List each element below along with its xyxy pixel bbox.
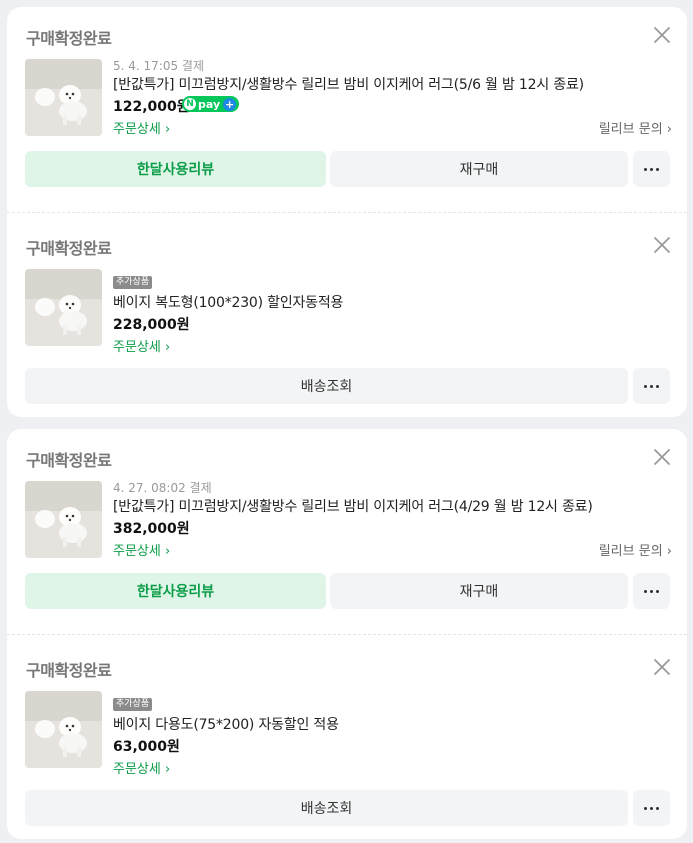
seller-inquiry-link[interactable]: 릴리브 문의 › [599,118,672,137]
more-icon [644,167,659,171]
track-delivery-button[interactable]: 배송조회 [25,368,628,404]
order-detail-label: 주문상세 [113,122,161,137]
order-status: 구매확정완료 [26,661,112,680]
product-price: 63,000원 [113,739,180,755]
close-icon[interactable] [652,25,672,45]
order-detail-link[interactable]: 주문상세 › [113,118,170,137]
payment-date: 5. 4. 17:05 결제 [113,59,205,73]
item-divider [7,212,687,213]
payment-date: 4. 27. 08:02 결제 [113,481,212,495]
order-status: 구매확정완료 [26,451,112,470]
product-name[interactable]: 베이지 복도형(100*230) 할인자동적용 [113,292,343,312]
order-detail-label: 주문상세 [113,544,161,559]
order-item: 구매확정완료 5. 4. 17:05 결제 [반값특가] 미끄럼방지/생활방수 … [7,7,687,212]
product-price: 228,000원 [113,317,190,333]
product-name[interactable]: [반값특가] 미끄럼방지/생활방수 릴리브 밤비 이지케어 러그(4/29 월 … [113,496,593,516]
npay-plus-icon: Npay + [182,96,240,112]
chevron-right-icon: › [160,762,171,777]
chevron-right-icon: › [160,122,171,137]
close-icon[interactable] [652,235,672,255]
rebuy-button[interactable]: 재구매 [330,151,628,187]
item-divider [7,634,687,635]
additional-item-badge: 추가상품 [113,276,153,289]
rebuy-button[interactable]: 재구매 [330,573,628,609]
chevron-right-icon: › [662,544,672,559]
product-thumbnail[interactable] [25,269,102,346]
product-name[interactable]: 베이지 다용도(75*200) 자동할인 적용 [113,714,339,734]
order-status: 구매확정완료 [26,239,112,258]
product-thumbnail[interactable] [25,481,102,558]
additional-item: 구매확정완료 추가상품 베이지 복도형(100*230) 할인자동적용 228,… [7,217,687,417]
additional-item-badge: 추가상품 [113,698,153,711]
more-button[interactable] [633,368,670,404]
chevron-right-icon: › [160,340,171,355]
review-button[interactable]: 한달사용리뷰 [25,573,326,609]
product-thumbnail[interactable] [25,691,102,768]
order-detail-link[interactable]: 주문상세 › [113,540,170,559]
chevron-right-icon: › [662,122,672,137]
order-detail-label: 주문상세 [113,340,161,355]
additional-item: 구매확정완료 추가상품 베이지 다용도(75*200) 자동할인 적용 63,0… [7,639,687,839]
seller-inquiry-label: 릴리브 문의 [598,544,663,559]
order-detail-link[interactable]: 주문상세 › [113,758,170,777]
order-status: 구매확정완료 [26,29,112,48]
seller-inquiry-label: 릴리브 문의 [598,122,663,137]
order-card: 구매확정완료 4. 27. 08:02 결제 [반값특가] 미끄럼방지/생활방수… [7,429,687,839]
more-icon [644,384,659,388]
more-icon [644,806,659,810]
product-price: 122,000원 [113,99,190,115]
more-icon [644,589,659,593]
order-item: 구매확정완료 4. 27. 08:02 결제 [반값특가] 미끄럼방지/생활방수… [7,429,687,634]
seller-inquiry-link[interactable]: 릴리브 문의 › [599,540,672,559]
product-name[interactable]: [반값특가] 미끄럼방지/생활방수 릴리브 밤비 이지케어 러그(5/6 월 밤… [113,74,584,94]
order-detail-link[interactable]: 주문상세 › [113,336,170,355]
more-button[interactable] [633,151,670,187]
chevron-right-icon: › [160,544,171,559]
product-thumbnail[interactable] [25,59,102,136]
track-delivery-button[interactable]: 배송조회 [25,790,628,826]
order-card: 구매확정완료 5. 4. 17:05 결제 [반값특가] 미끄럼방지/생활방수 … [7,7,687,417]
review-button[interactable]: 한달사용리뷰 [25,151,326,187]
more-button[interactable] [633,790,670,826]
order-detail-label: 주문상세 [113,762,161,777]
product-price: 382,000원 [113,521,190,537]
close-icon[interactable] [652,657,672,677]
npay-label: pay [198,97,221,111]
more-button[interactable] [633,573,670,609]
close-icon[interactable] [652,447,672,467]
